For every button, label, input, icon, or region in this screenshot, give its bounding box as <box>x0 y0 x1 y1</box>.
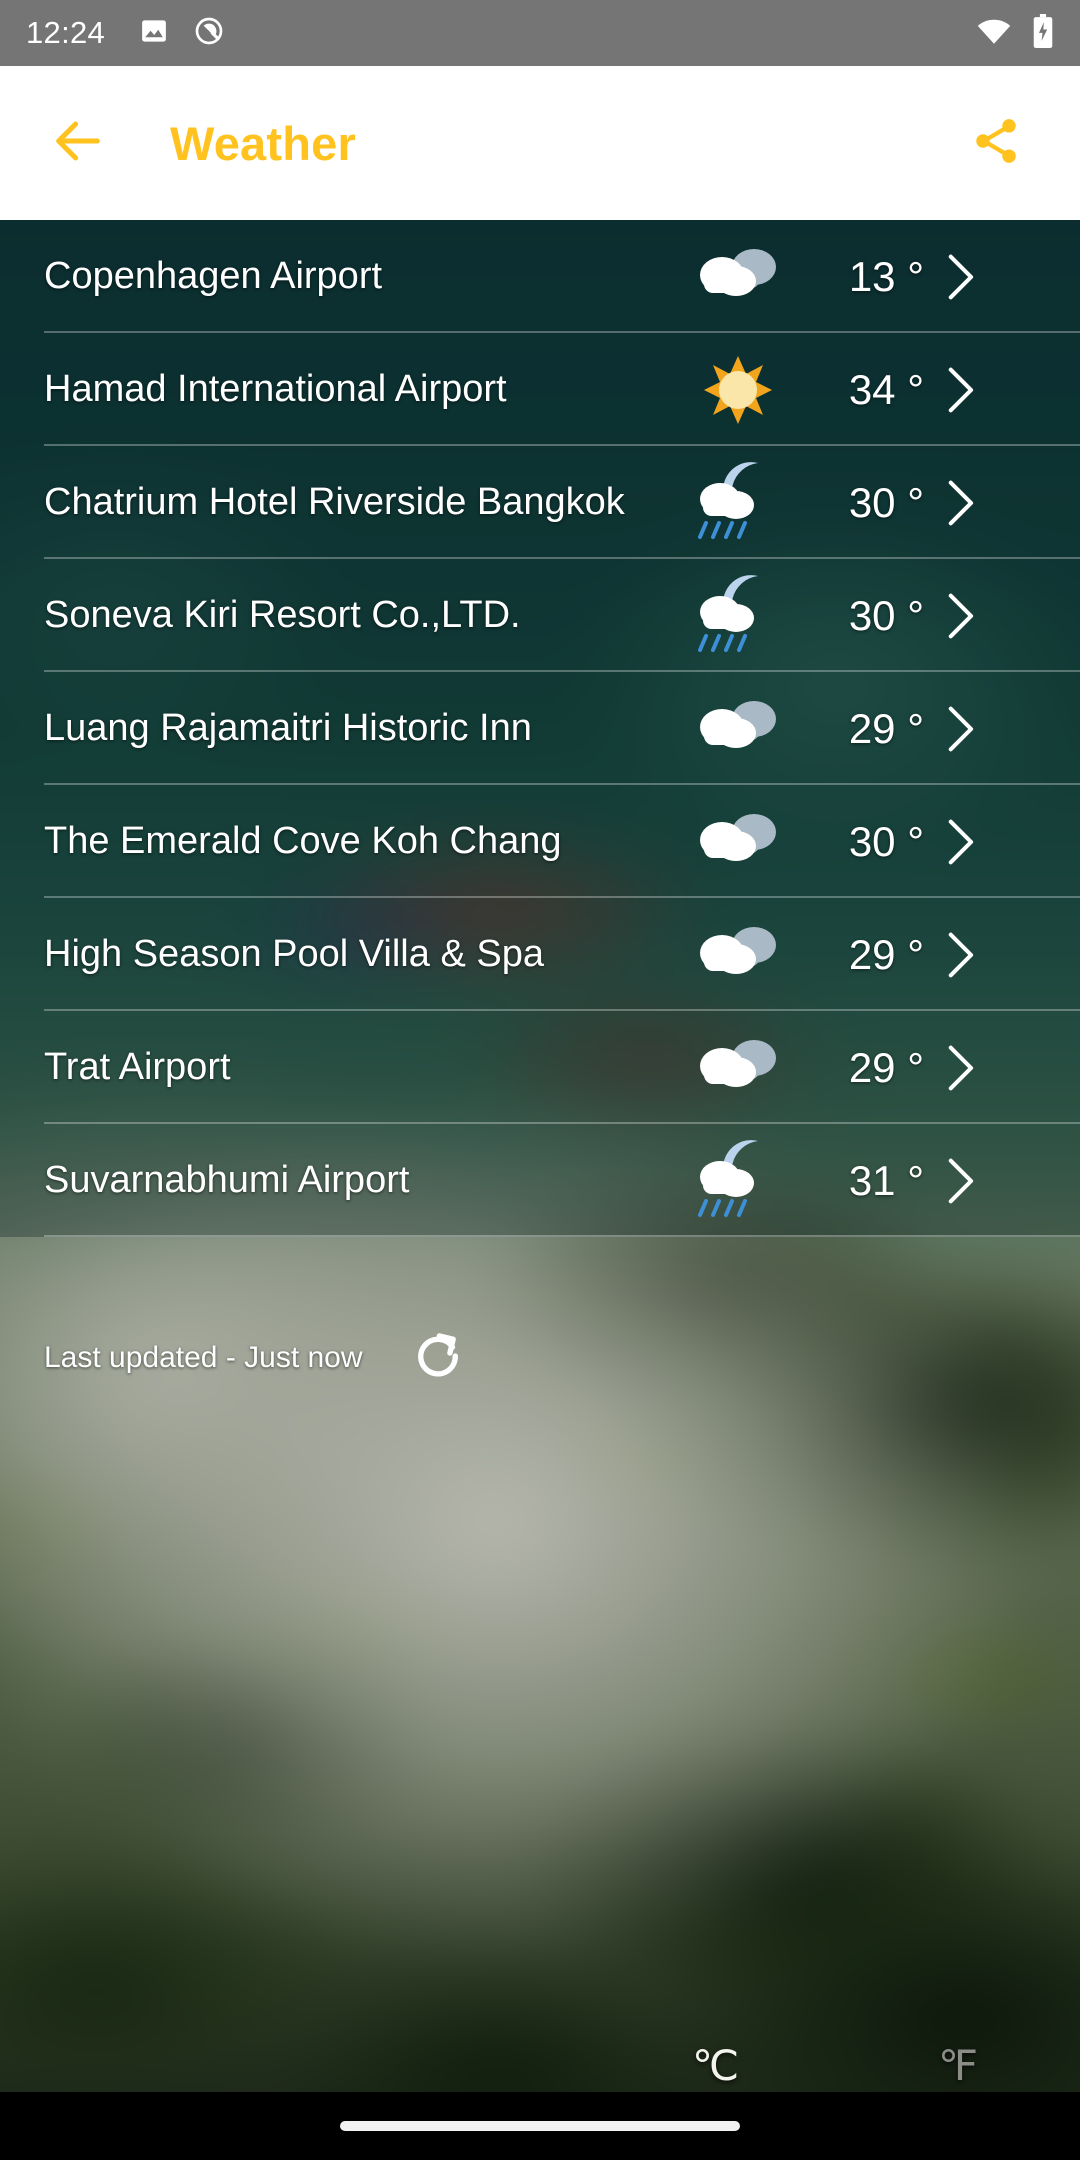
refresh-icon <box>410 1328 466 1389</box>
cloudy-icon <box>684 796 792 888</box>
temperature-value: 31 ° <box>848 1156 924 1204</box>
table-row[interactable]: Soneva Kiri Resort Co.,LTD. 30 ° <box>0 559 1080 672</box>
chevron-right-icon[interactable] <box>924 592 996 640</box>
table-row[interactable]: Chatrium Hotel Riverside Bangkok 30 ° <box>0 446 1080 559</box>
location-name: The Emerald Cove Koh Chang <box>44 820 562 863</box>
celsius-button[interactable]: ℃ <box>692 2041 739 2090</box>
chevron-right-icon[interactable] <box>924 1157 996 1205</box>
chevron-right-icon[interactable] <box>924 818 996 866</box>
location-name: Luang Rajamaitri Historic Inn <box>44 707 532 750</box>
cloudy-icon <box>684 683 792 775</box>
night-rain-icon <box>684 570 792 662</box>
table-row[interactable]: High Season Pool Villa & Spa 29 ° <box>0 898 1080 1011</box>
location-name: Suvarnabhumi Airport <box>44 1159 410 1202</box>
refresh-button[interactable] <box>407 1327 469 1389</box>
cloudy-icon <box>684 909 792 1001</box>
location-name: Trat Airport <box>44 1046 231 1089</box>
location-name: Hamad International Airport <box>44 368 507 411</box>
status-bar-clock: 12:24 <box>26 15 106 50</box>
sunny-icon <box>684 344 792 436</box>
weather-app-screen: 12:24 Weather Copenhagen Airport 13 ° Ha… <box>0 0 1080 2160</box>
night-rain-icon <box>684 457 792 549</box>
table-row[interactable]: Luang Rajamaitri Historic Inn 29 ° <box>0 672 1080 785</box>
back-arrow-icon <box>49 112 107 175</box>
status-bar-system-icons <box>976 13 1054 53</box>
share-icon <box>970 115 1022 172</box>
location-name: Chatrium Hotel Riverside Bangkok <box>44 481 625 524</box>
table-row[interactable]: Trat Airport 29 ° <box>0 1011 1080 1124</box>
wifi-icon <box>976 16 1012 51</box>
cloudy-icon <box>684 1022 792 1114</box>
table-row[interactable]: Suvarnabhumi Airport 31 ° <box>0 1124 1080 1237</box>
table-row[interactable]: The Emerald Cove Koh Chang 30 ° <box>0 785 1080 898</box>
night-rain-icon <box>684 1135 792 1227</box>
system-navigation-bar <box>0 2092 1080 2160</box>
battery-charging-icon <box>1032 13 1054 53</box>
chevron-right-icon[interactable] <box>924 1044 996 1092</box>
location-name: Copenhagen Airport <box>44 255 383 298</box>
chevron-right-icon[interactable] <box>924 705 996 753</box>
home-gesture-pill[interactable] <box>340 2121 740 2131</box>
weather-location-list: Copenhagen Airport 13 ° Hamad Internatio… <box>0 220 1080 1237</box>
temperature-value: 29 ° <box>848 930 924 978</box>
temperature-value: 30 ° <box>848 478 924 526</box>
last-updated-text: Last updated - Just now <box>44 1341 363 1374</box>
share-button[interactable] <box>948 95 1044 191</box>
fahrenheit-button[interactable]: ℉ <box>938 2041 978 2090</box>
temperature-value: 30 ° <box>848 817 924 865</box>
image-icon <box>139 16 169 51</box>
temperature-value: 29 ° <box>848 704 924 752</box>
back-button[interactable] <box>30 95 126 191</box>
status-bar: 12:24 <box>0 0 1080 66</box>
last-updated-bar: Last updated - Just now <box>0 1318 1080 1398</box>
chevron-right-icon[interactable] <box>924 366 996 414</box>
chevron-right-icon[interactable] <box>924 479 996 527</box>
location-name: Soneva Kiri Resort Co.,LTD. <box>44 594 521 637</box>
location-name: High Season Pool Villa & Spa <box>44 933 544 976</box>
temperature-value: 30 ° <box>848 591 924 639</box>
table-row[interactable]: Copenhagen Airport 13 ° <box>0 220 1080 333</box>
app-bar: Weather <box>0 66 1080 220</box>
table-row[interactable]: Hamad International Airport 34 ° <box>0 333 1080 446</box>
cloudy-icon <box>684 231 792 323</box>
page-title: Weather <box>170 116 356 170</box>
temperature-value: 13 ° <box>848 252 924 300</box>
status-bar-notification-icons <box>139 15 225 52</box>
temperature-value: 34 ° <box>848 365 924 413</box>
chevron-right-icon[interactable] <box>924 253 996 301</box>
chevron-right-icon[interactable] <box>924 931 996 979</box>
temperature-value: 29 ° <box>848 1043 924 1091</box>
android-q-icon <box>193 15 225 52</box>
